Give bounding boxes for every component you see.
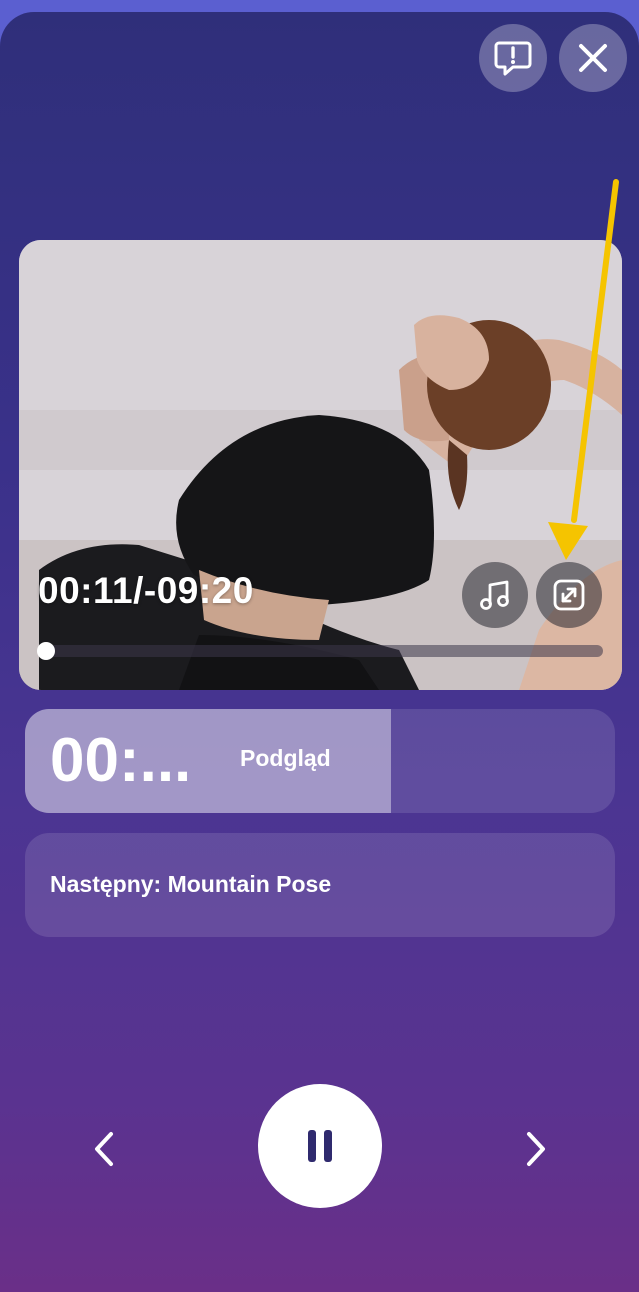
player-screen: 00:11/-09:20 00:... Podgląd Następny: Mo… <box>0 12 639 1292</box>
timer-value: 00:... <box>50 726 192 795</box>
exercise-video[interactable]: 00:11/-09:20 <box>19 240 622 690</box>
pause-icon <box>308 1130 332 1162</box>
time-separator: / <box>133 570 144 611</box>
close-x-icon <box>579 44 607 72</box>
next-button[interactable] <box>514 1127 558 1171</box>
timer-card: 00:... Podgląd <box>25 709 615 813</box>
chevron-left-icon <box>95 1132 113 1166</box>
chevron-right-icon <box>527 1132 545 1166</box>
previous-button[interactable] <box>82 1127 126 1171</box>
video-progress-track[interactable] <box>47 645 603 657</box>
close-button[interactable] <box>559 24 627 92</box>
next-exercise-card[interactable]: Następny: Mountain Pose <box>25 833 615 937</box>
elapsed-time: 00:11 <box>38 570 134 611</box>
expand-diagonal-icon <box>553 579 585 611</box>
next-exercise-label: Następny: Mountain Pose <box>50 871 332 897</box>
fullscreen-button[interactable] <box>536 562 602 628</box>
music-button[interactable] <box>462 562 528 628</box>
timer-mode-label: Podgląd <box>240 745 331 771</box>
video-frame-yoga-pose <box>19 240 622 690</box>
video-progress-knob[interactable] <box>37 642 55 660</box>
exclamation-speech-bubble-icon <box>494 41 532 76</box>
video-timecode: 00:11/-09:20 <box>38 570 254 612</box>
music-note-icon <box>480 580 509 610</box>
pause-button[interactable] <box>258 1084 382 1208</box>
remaining-time: -09:20 <box>143 570 254 611</box>
report-button[interactable] <box>479 24 547 92</box>
